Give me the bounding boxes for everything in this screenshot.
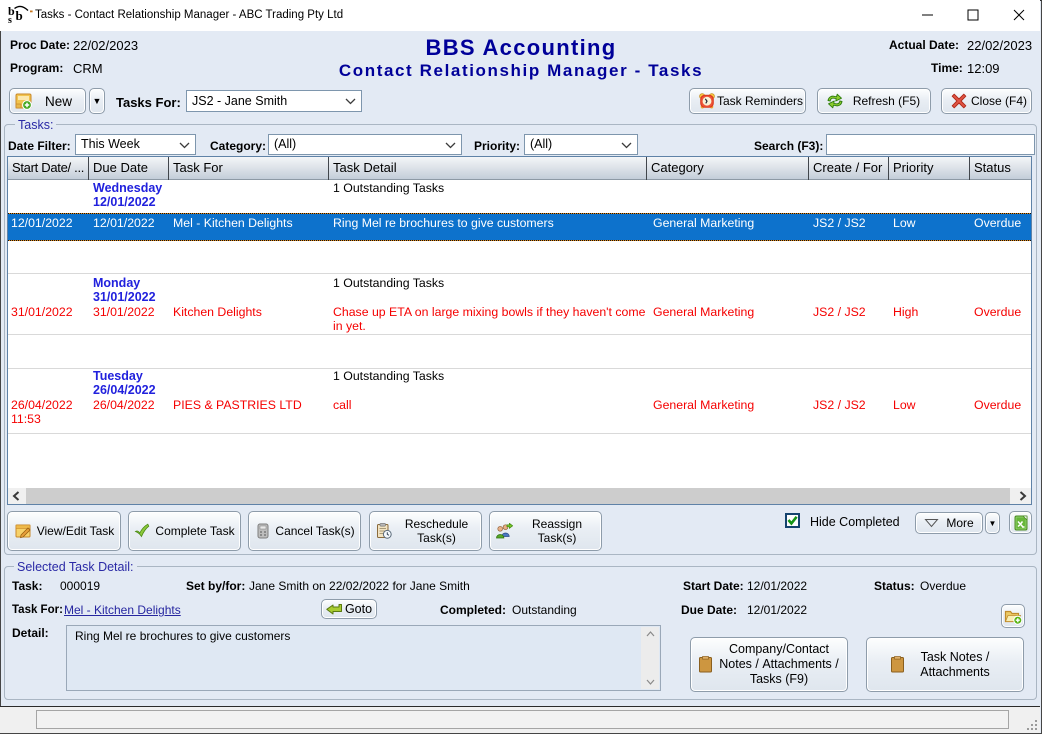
- svg-text:b: b: [16, 8, 23, 23]
- svg-text:s: s: [8, 15, 12, 25]
